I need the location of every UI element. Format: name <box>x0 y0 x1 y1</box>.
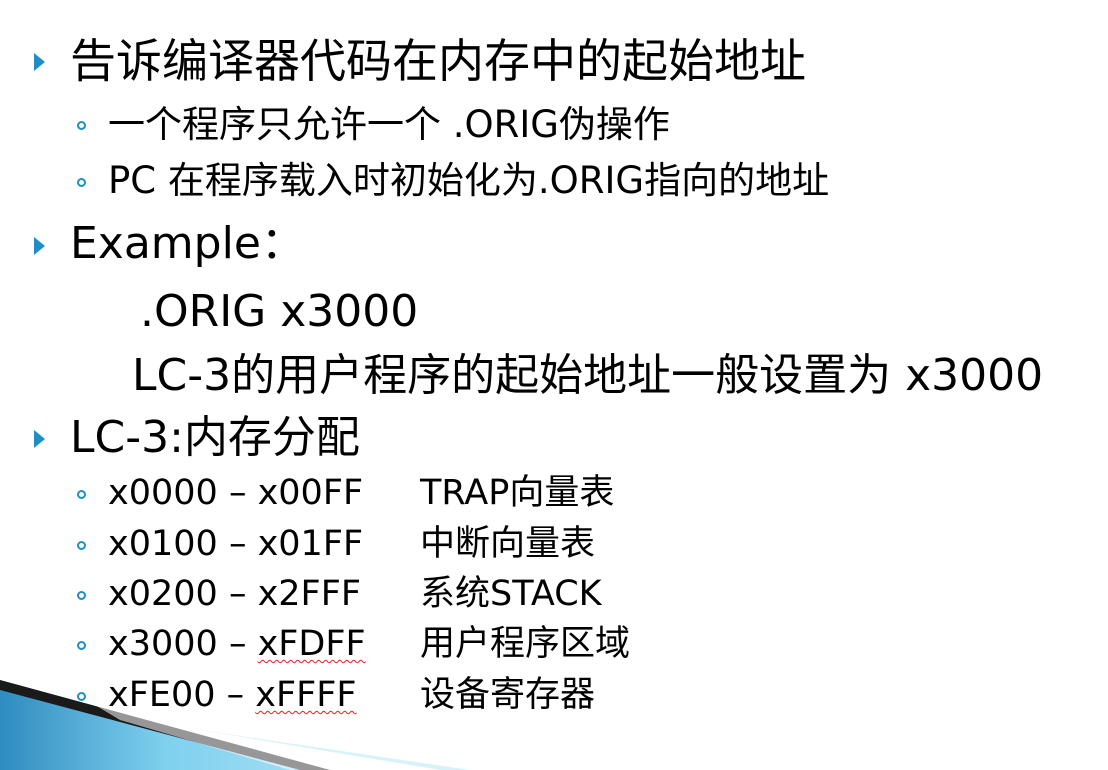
memory-to: xFDFF <box>257 624 366 664</box>
bullet-arrow-icon <box>34 53 45 71</box>
memory-range: x0100 – x01FF <box>108 527 420 562</box>
sub-bullet-circle-icon <box>77 641 86 650</box>
memory-from: xFE00 <box>108 675 216 715</box>
memory-row: x0100 – x01FF 中断向量表 <box>108 527 595 562</box>
memory-desc: 系统STACK <box>420 574 602 614</box>
memory-row: x0200 – x2FFF 系统STACK <box>108 577 602 612</box>
memory-sep: – <box>228 473 247 513</box>
memory-row: x3000 – xFDFF 用户程序区域 <box>108 627 630 662</box>
bullet-2-text: Example： <box>70 218 305 269</box>
sub-bullet-circle-icon <box>77 541 86 550</box>
memory-sep: – <box>228 524 247 564</box>
memory-range: x0000 – x00FF <box>108 476 420 511</box>
memory-range: xFE00 – xFFFF <box>108 678 420 713</box>
memory-row: xFE00 – xFFFF 设备寄存器 <box>108 678 595 713</box>
sub-bullet-circle-icon <box>77 490 86 499</box>
memory-desc: 设备寄存器 <box>420 675 596 715</box>
memory-desc: TRAP向量表 <box>420 473 615 513</box>
memory-desc: 中断向量表 <box>420 524 596 564</box>
bullet-arrow-icon <box>34 430 45 448</box>
sub-bullet-1-1: 一个程序只允许一个 .ORIG伪操作 <box>108 103 670 146</box>
memory-to: x00FF <box>257 473 364 513</box>
memory-to: x2FFF <box>257 574 361 614</box>
code-line-orig: .ORIG x3000 <box>140 286 419 337</box>
bullet-3-text: LC-3:内存分配 <box>70 412 360 463</box>
memory-from: x0200 <box>108 574 218 614</box>
sub-bullet-circle-icon <box>77 692 86 701</box>
memory-range: x0200 – x2FFF <box>108 577 420 612</box>
slide: 告诉编译器代码在内存中的起始地址 一个程序只允许一个 .ORIG伪操作 PC 在… <box>0 0 1108 770</box>
memory-range: x3000 – xFDFF <box>108 627 420 662</box>
bullet-arrow-icon <box>34 237 45 255</box>
sub-bullet-1-2: PC 在程序载入时初始化为.ORIG指向的地址 <box>108 159 830 202</box>
sub-bullet-circle-icon <box>77 591 86 600</box>
sub-bullet-circle-icon <box>77 178 86 187</box>
memory-desc: 用户程序区域 <box>420 624 631 664</box>
memory-sep: – <box>228 624 247 664</box>
memory-from: x0100 <box>108 524 218 564</box>
memory-to: x01FF <box>257 524 364 564</box>
memory-row: x0000 – x00FF TRAP向量表 <box>108 476 614 511</box>
memory-sep: – <box>228 574 247 614</box>
memory-from: x0000 <box>108 473 218 513</box>
sub-bullet-circle-icon <box>77 121 86 130</box>
memory-sep: – <box>226 675 245 715</box>
code-line-note: LC-3的用户程序的起始地址一般设置为 x3000 <box>132 350 1044 401</box>
memory-from: x3000 <box>108 624 218 664</box>
memory-to: xFFFF <box>255 675 357 715</box>
bullet-1-text: 告诉编译器代码在内存中的起始地址 <box>70 34 806 88</box>
